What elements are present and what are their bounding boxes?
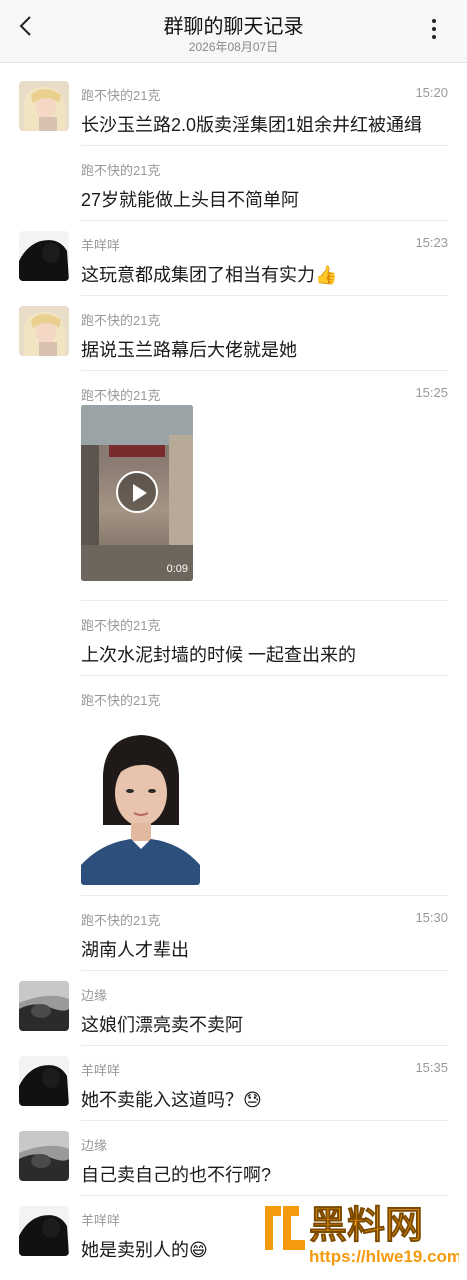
avatar[interactable] bbox=[19, 981, 69, 1031]
sender-name: 羊咩咩 bbox=[81, 238, 121, 253]
divider bbox=[81, 220, 448, 221]
divider bbox=[81, 1120, 448, 1121]
sender-name: 跑不快的21克 bbox=[81, 693, 161, 708]
watermark-logo-icon bbox=[265, 1206, 305, 1250]
message-text: 这娘们漂亮卖不卖阿 bbox=[81, 1015, 243, 1035]
video-thumbnail[interactable]: 0:09 bbox=[81, 405, 193, 581]
watermark-url: https://hlwe19.com bbox=[309, 1247, 459, 1266]
sender-name: 边缘 bbox=[81, 1138, 108, 1153]
sender-name: 跑不快的21克 bbox=[81, 88, 161, 103]
avatar[interactable] bbox=[19, 1206, 69, 1256]
message-text: 长沙玉兰路2.0版卖淫集团1姐余井红被通缉 bbox=[81, 115, 423, 135]
play-icon[interactable] bbox=[116, 471, 158, 513]
avatar[interactable] bbox=[19, 1131, 69, 1181]
more-options-icon[interactable] bbox=[431, 18, 437, 40]
sender-name: 羊咩咩 bbox=[81, 1063, 121, 1078]
page-title: 群聊的聊天记录 bbox=[163, 16, 304, 38]
divider bbox=[81, 675, 448, 676]
message-time: 15:30 bbox=[415, 910, 448, 925]
sender-name: 跑不快的21克 bbox=[81, 163, 161, 178]
message-time: 15:25 bbox=[415, 385, 448, 400]
divider bbox=[81, 895, 448, 896]
avatar[interactable] bbox=[19, 81, 69, 131]
avatar[interactable] bbox=[19, 231, 69, 281]
divider bbox=[81, 600, 448, 601]
divider bbox=[81, 370, 448, 371]
avatar[interactable] bbox=[19, 1056, 69, 1106]
watermark-brand: 黑料网 bbox=[309, 1203, 423, 1247]
photo-image[interactable] bbox=[81, 715, 200, 885]
message-text: 27岁就能做上头目不简单阿 bbox=[81, 190, 300, 210]
message-text: 她不卖能入这道吗？😓 bbox=[81, 1090, 262, 1110]
video-duration: 0:09 bbox=[166, 563, 188, 575]
message-text: 上次水泥封墙的时候 一起查出来的 bbox=[81, 645, 356, 665]
message-text: 自己卖自己的也不行啊? bbox=[81, 1165, 272, 1185]
watermark: 黑料网 https://hlwe19.com bbox=[259, 1198, 462, 1270]
avatar[interactable] bbox=[19, 306, 69, 356]
message-time: 15:23 bbox=[415, 235, 448, 250]
sender-name: 跑不快的21克 bbox=[81, 388, 161, 403]
sender-name: 羊咩咩 bbox=[81, 1213, 121, 1228]
message-time: 15:20 bbox=[415, 85, 448, 100]
sender-name: 跑不快的21克 bbox=[81, 618, 161, 633]
top-bar: 群聊的聊天记录 2026年08月07日 bbox=[0, 0, 467, 63]
divider bbox=[81, 295, 448, 296]
message-text: 据说玉兰路幕后大佬就是她 bbox=[81, 340, 297, 360]
message-text: 她是卖别人的😄 bbox=[81, 1240, 208, 1260]
message-text: 这玩意都成集团了相当有实力👍 bbox=[81, 265, 338, 285]
divider bbox=[81, 145, 448, 146]
message-time: 15:35 bbox=[415, 1060, 448, 1075]
chat-date: 2026年08月07日 bbox=[188, 40, 279, 54]
sender-name: 跑不快的21克 bbox=[81, 913, 161, 928]
message-text: 湖南人才辈出 bbox=[81, 940, 189, 960]
sender-name: 边缘 bbox=[81, 988, 108, 1003]
divider bbox=[81, 970, 448, 971]
divider bbox=[81, 1195, 448, 1196]
divider bbox=[81, 1045, 448, 1046]
sender-name: 跑不快的21克 bbox=[81, 313, 161, 328]
